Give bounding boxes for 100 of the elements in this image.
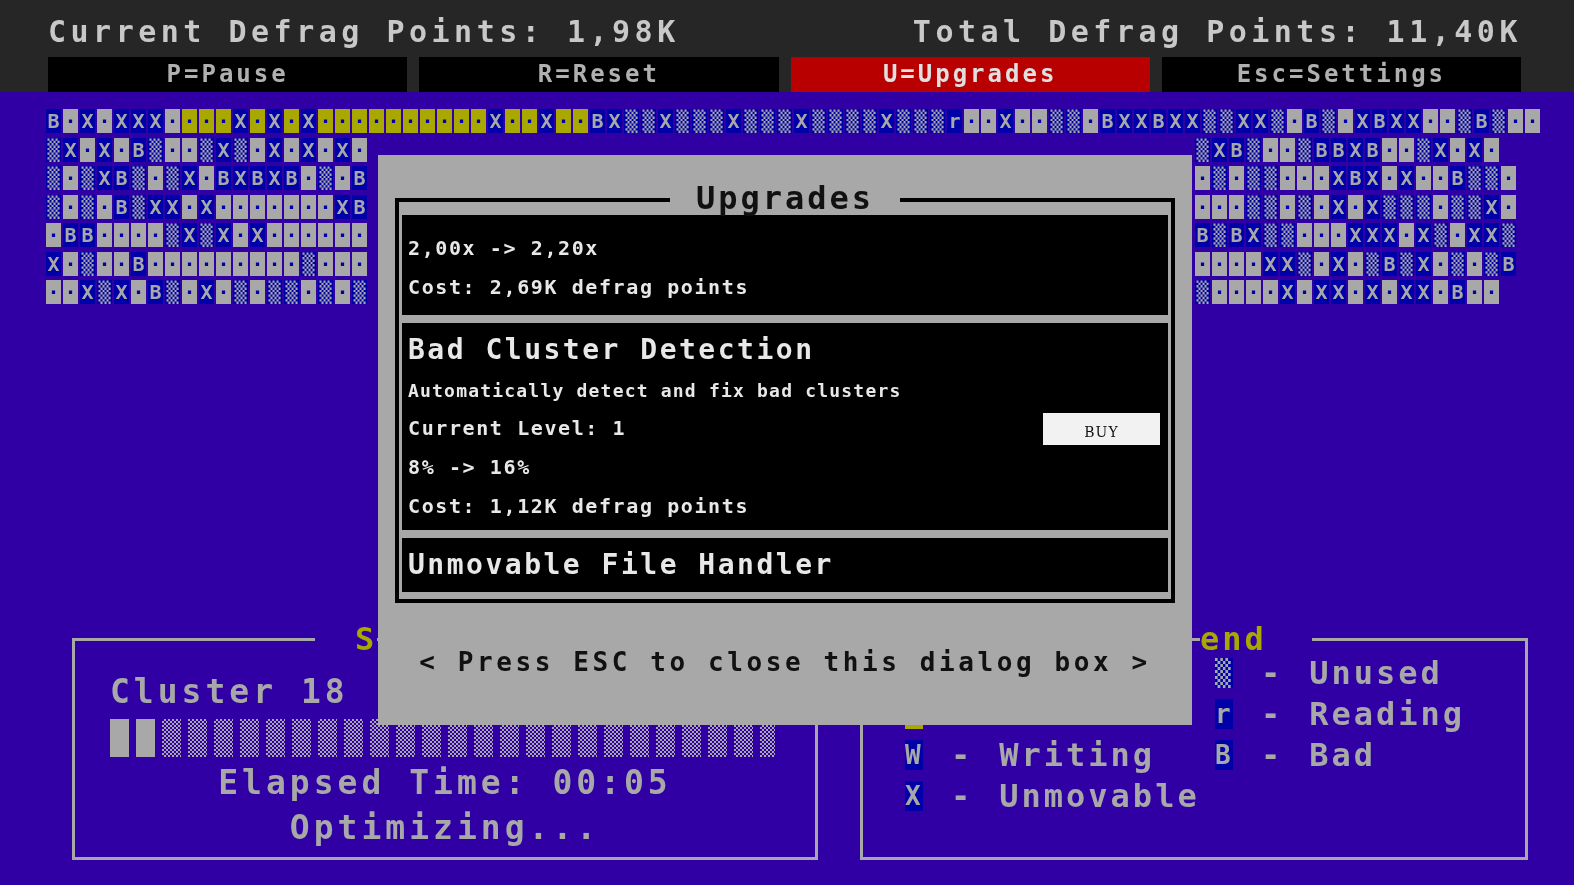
- cluster-cell: X: [488, 109, 503, 133]
- cluster-cell: ·: [1467, 251, 1482, 276]
- cluster-cell: ·: [284, 251, 299, 276]
- cluster-cell: ·: [301, 280, 316, 304]
- cluster-cell: X: [1331, 251, 1346, 276]
- menu-tab[interactable]: P=Pause: [48, 57, 408, 92]
- cluster-cell: ·: [352, 251, 367, 276]
- cluster-cell: ·: [182, 251, 197, 276]
- cluster-cell: ▒: [301, 251, 316, 276]
- cluster-cell: ·: [148, 251, 163, 276]
- cluster-cell: ·: [1433, 251, 1448, 276]
- cluster-cell: ·: [1348, 251, 1363, 276]
- cluster-cell: ▒: [1212, 223, 1227, 247]
- menu-tab[interactable]: U=Upgrades: [790, 57, 1150, 92]
- cluster-cell: ▒: [1450, 194, 1465, 219]
- cluster-cell: ▒: [1195, 280, 1210, 304]
- cluster-cell: ▒: [1246, 166, 1261, 190]
- cluster-cell: X: [1263, 251, 1278, 276]
- cluster-cell: X: [216, 223, 231, 247]
- cluster-cell: ▒: [777, 109, 792, 133]
- cluster-cell: X: [1484, 194, 1499, 219]
- cluster-cell: ·: [369, 109, 384, 133]
- cluster-cell: ▒: [1321, 109, 1336, 133]
- cluster-cell: ▒: [1416, 137, 1431, 162]
- cluster-cell: ·: [1416, 166, 1431, 190]
- cluster-cell: ·: [335, 251, 350, 276]
- cluster-cell: B: [1229, 137, 1244, 162]
- cluster-cell: ▒: [1297, 137, 1312, 162]
- legend-label: Reading: [1309, 694, 1466, 733]
- cluster-cell: ▒: [1280, 223, 1295, 247]
- cluster-cell: ·: [131, 223, 146, 247]
- cluster-cell: ·: [1382, 166, 1397, 190]
- cluster-cell: ·: [301, 166, 316, 190]
- cluster-cell: ·: [386, 109, 401, 133]
- cluster-cell: ·: [182, 280, 197, 304]
- cluster-cell: X: [182, 166, 197, 190]
- cluster-cell: ▒: [1202, 109, 1217, 133]
- cluster-cell: X: [267, 166, 282, 190]
- cluster-cell: ·: [1338, 109, 1353, 133]
- cluster-cell: ▒: [1263, 194, 1278, 219]
- cluster-cell: ·: [1382, 137, 1397, 162]
- cluster-cell: ·: [1280, 166, 1295, 190]
- cluster-cell: ·: [1525, 109, 1540, 133]
- cluster-cell: ▒: [1382, 194, 1397, 219]
- cluster-cell: B: [46, 109, 61, 133]
- cluster-cell: ▒: [1297, 194, 1312, 219]
- cluster-cell: ·: [318, 251, 333, 276]
- cluster-cell: X: [216, 137, 231, 162]
- cluster-cell: ·: [250, 280, 265, 304]
- cluster-cell: ▒: [199, 223, 214, 247]
- cluster-cell: ·: [318, 137, 333, 162]
- buy-button[interactable]: BUY: [1043, 412, 1160, 445]
- cluster-cell: B: [1474, 109, 1489, 133]
- cluster-cell: ▒: [1467, 194, 1482, 219]
- menu-tab[interactable]: R=Reset: [419, 57, 779, 92]
- cluster-cell: ·: [1246, 251, 1261, 276]
- cluster-cell: B: [1304, 109, 1319, 133]
- cluster-cell: ·: [1484, 280, 1499, 304]
- cluster-cell: ·: [1280, 137, 1295, 162]
- cluster-cell: B: [1331, 137, 1346, 162]
- cluster-cell: ·: [1348, 280, 1363, 304]
- cluster-cell: B: [216, 166, 231, 190]
- current-points: Current Defrag Points: 1,98K: [48, 14, 680, 49]
- cluster-cell: ·: [1433, 280, 1448, 304]
- cluster-cell: ·: [1314, 166, 1329, 190]
- cluster-cell: X: [97, 137, 112, 162]
- cluster-cell: X: [114, 280, 129, 304]
- cluster-cell: ▒: [1246, 137, 1261, 162]
- cluster-cell: X: [1331, 280, 1346, 304]
- cluster-cell: ▒: [1501, 223, 1516, 247]
- cluster-cell: B: [148, 280, 163, 304]
- cluster-cell: ·: [1229, 166, 1244, 190]
- cluster-cell: ·: [437, 109, 452, 133]
- cluster-cell: ▒: [165, 166, 180, 190]
- cluster-cell: ▒: [675, 109, 690, 133]
- legend-symbol: ▒: [1215, 657, 1233, 688]
- cluster-cell: B: [590, 109, 605, 133]
- cluster-cell: X: [1399, 166, 1414, 190]
- menu-tab[interactable]: Esc=Settings: [1161, 57, 1521, 92]
- legend-label: Unused: [1309, 653, 1443, 692]
- cluster-cell: ·: [318, 223, 333, 247]
- cluster-cell: ▒: [1467, 166, 1482, 190]
- cluster-cell: ·: [1314, 194, 1329, 219]
- cluster-cell: ·: [1287, 109, 1302, 133]
- cluster-cell: ▒: [1212, 166, 1227, 190]
- cluster-cell: ·: [1440, 109, 1455, 133]
- cluster-label: Cluster 18: [110, 672, 350, 711]
- cluster-cell: ·: [63, 194, 78, 219]
- cluster-cell: ▒: [1365, 251, 1380, 276]
- cluster-cell: ·: [182, 109, 197, 133]
- cluster-cell: X: [1365, 223, 1380, 247]
- cluster-cell: ·: [97, 223, 112, 247]
- cluster-cell: ·: [1450, 137, 1465, 162]
- cluster-cell: X: [1280, 280, 1295, 304]
- cluster-cell: B: [114, 166, 129, 190]
- panel-title: S: [354, 620, 378, 658]
- cluster-cell: ▒: [284, 280, 299, 304]
- cluster-cell: ·: [46, 223, 61, 247]
- cluster-cell: B: [131, 137, 146, 162]
- cluster-cell: X: [539, 109, 554, 133]
